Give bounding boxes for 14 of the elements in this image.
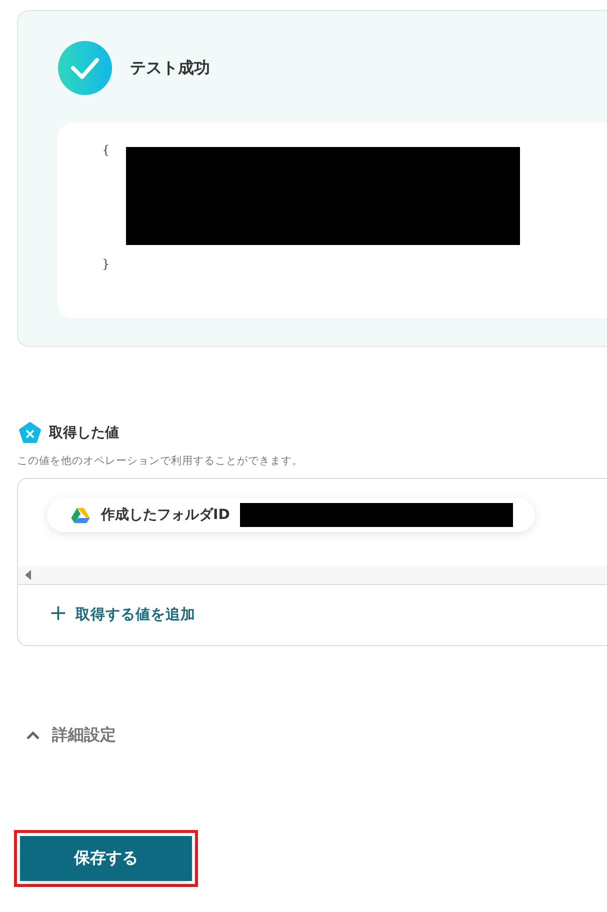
triangle-logo-icon — [71, 506, 90, 524]
add-value-button[interactable]: + 取得する値を追加 — [49, 604, 196, 624]
section-title: 取得した値 — [49, 424, 119, 442]
result-title: テスト成功 — [130, 58, 210, 78]
save-button[interactable]: 保存する — [20, 836, 192, 881]
scrollbar[interactable] — [18, 566, 607, 585]
left-arrow-icon — [25, 570, 31, 580]
value-label: 作成したフォルダID — [101, 506, 230, 524]
value-chip[interactable]: 作成したフォルダID — [47, 498, 535, 532]
section-description: この値を他のオペレーションで利用することができます。 — [17, 454, 304, 468]
advanced-settings-toggle[interactable]: 詳細設定 — [26, 725, 116, 746]
pentagon-icon — [19, 422, 41, 444]
code-brace: } — [102, 257, 110, 271]
code-brace: { — [102, 143, 110, 157]
